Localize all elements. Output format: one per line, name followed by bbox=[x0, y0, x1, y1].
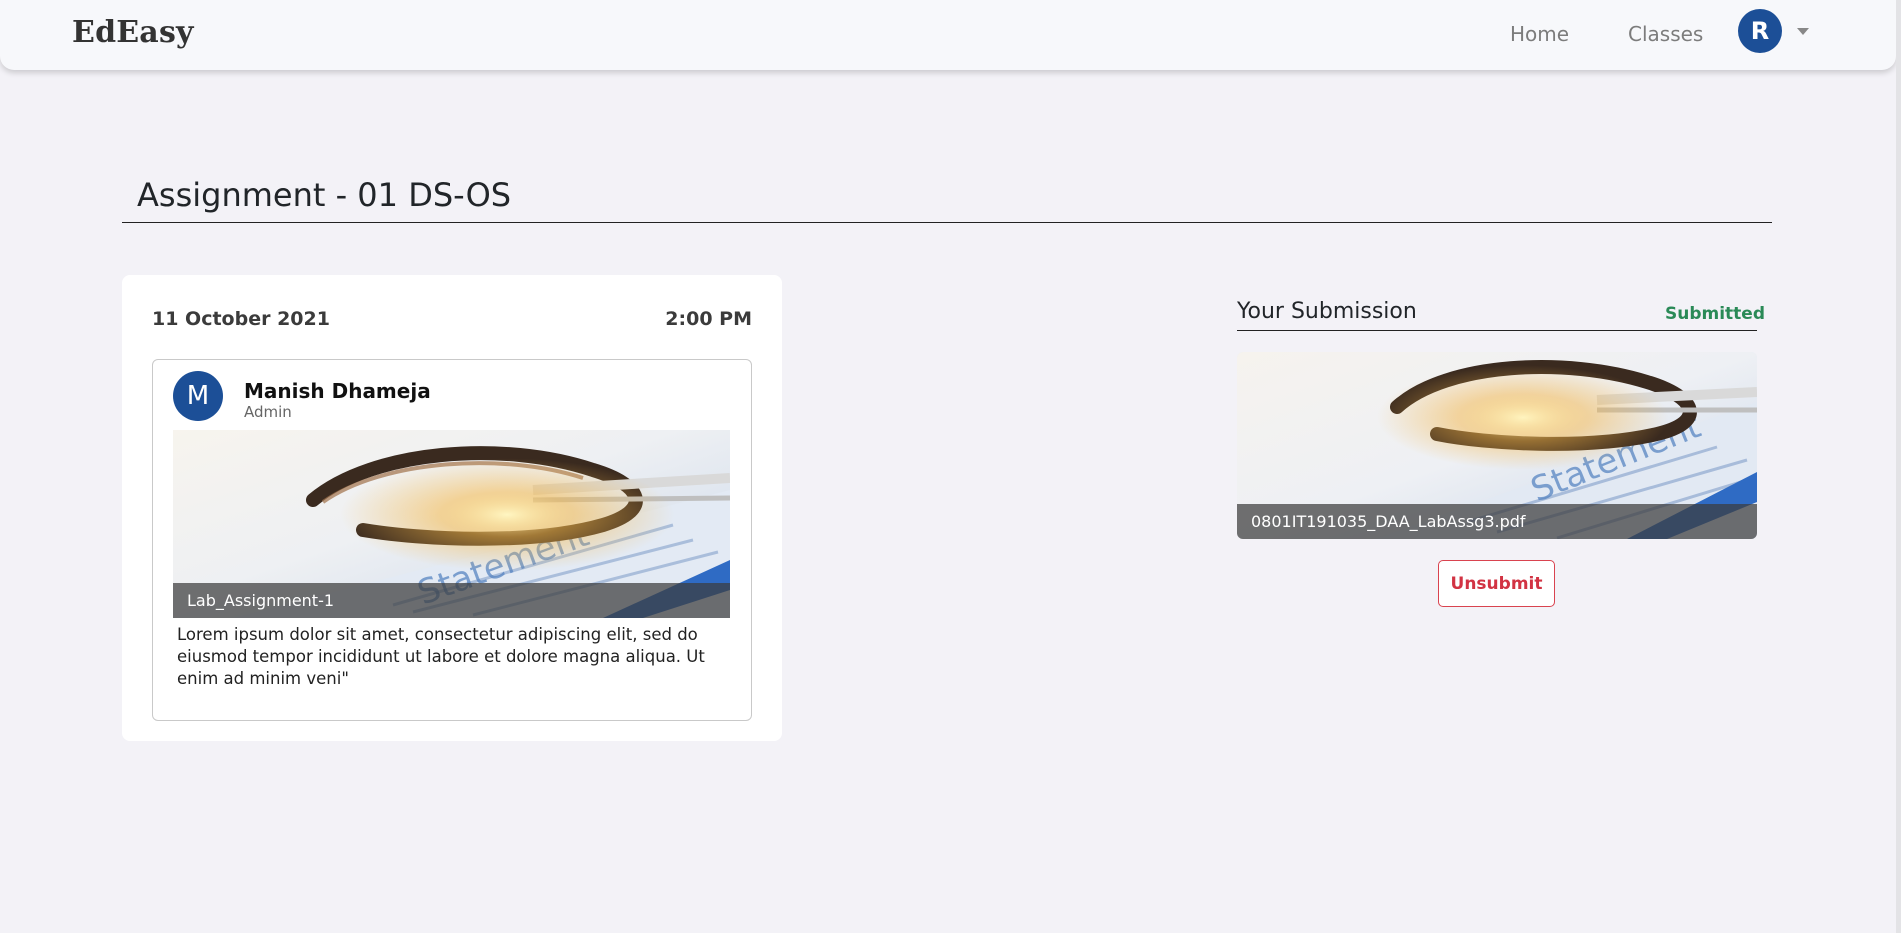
submission-heading: Your Submission bbox=[1237, 299, 1417, 324]
chevron-down-icon[interactable] bbox=[1797, 28, 1809, 35]
author-name: Manish Dhameja bbox=[244, 379, 431, 403]
brand-logo[interactable]: EdEasy bbox=[72, 15, 194, 50]
page-title: Assignment - 01 DS-OS bbox=[137, 176, 512, 214]
due-date: 11 October 2021 bbox=[152, 308, 330, 330]
due-time: 2:00 PM bbox=[665, 308, 752, 330]
submission-file-name: 0801IT191035_DAA_LabAssg3.pdf bbox=[1237, 504, 1757, 539]
nav-link-home[interactable]: Home bbox=[1510, 22, 1569, 46]
assignment-card: 11 October 2021 2:00 PM M Manish Dhameja… bbox=[122, 275, 782, 741]
submission-divider bbox=[1237, 330, 1757, 331]
assignment-description: Lorem ipsum dolor sit amet, consectetur … bbox=[177, 625, 705, 688]
scrollbar[interactable] bbox=[1896, 0, 1901, 933]
submission-file-thumbnail[interactable]: Statement 0801IT191035_DAA_LabAssg3.pdf bbox=[1237, 352, 1757, 539]
title-divider bbox=[122, 222, 1772, 223]
attachment-thumbnail[interactable]: Statement Lab_Assignment-1 bbox=[173, 430, 730, 618]
assignment-post: M Manish Dhameja Admin Lab_Assignment-1 … bbox=[152, 359, 752, 721]
author-avatar: M bbox=[173, 371, 223, 421]
nav-link-classes[interactable]: Classes bbox=[1628, 22, 1703, 46]
user-avatar[interactable]: R bbox=[1738, 9, 1782, 53]
attachment-name: Lab_Assignment-1 bbox=[173, 583, 730, 618]
top-navbar: EdEasy Home Classes R bbox=[0, 0, 1896, 70]
unsubmit-button[interactable]: Unsubmit bbox=[1438, 560, 1555, 607]
status-badge: Submitted bbox=[1665, 304, 1766, 324]
author-role: Admin bbox=[244, 403, 292, 421]
